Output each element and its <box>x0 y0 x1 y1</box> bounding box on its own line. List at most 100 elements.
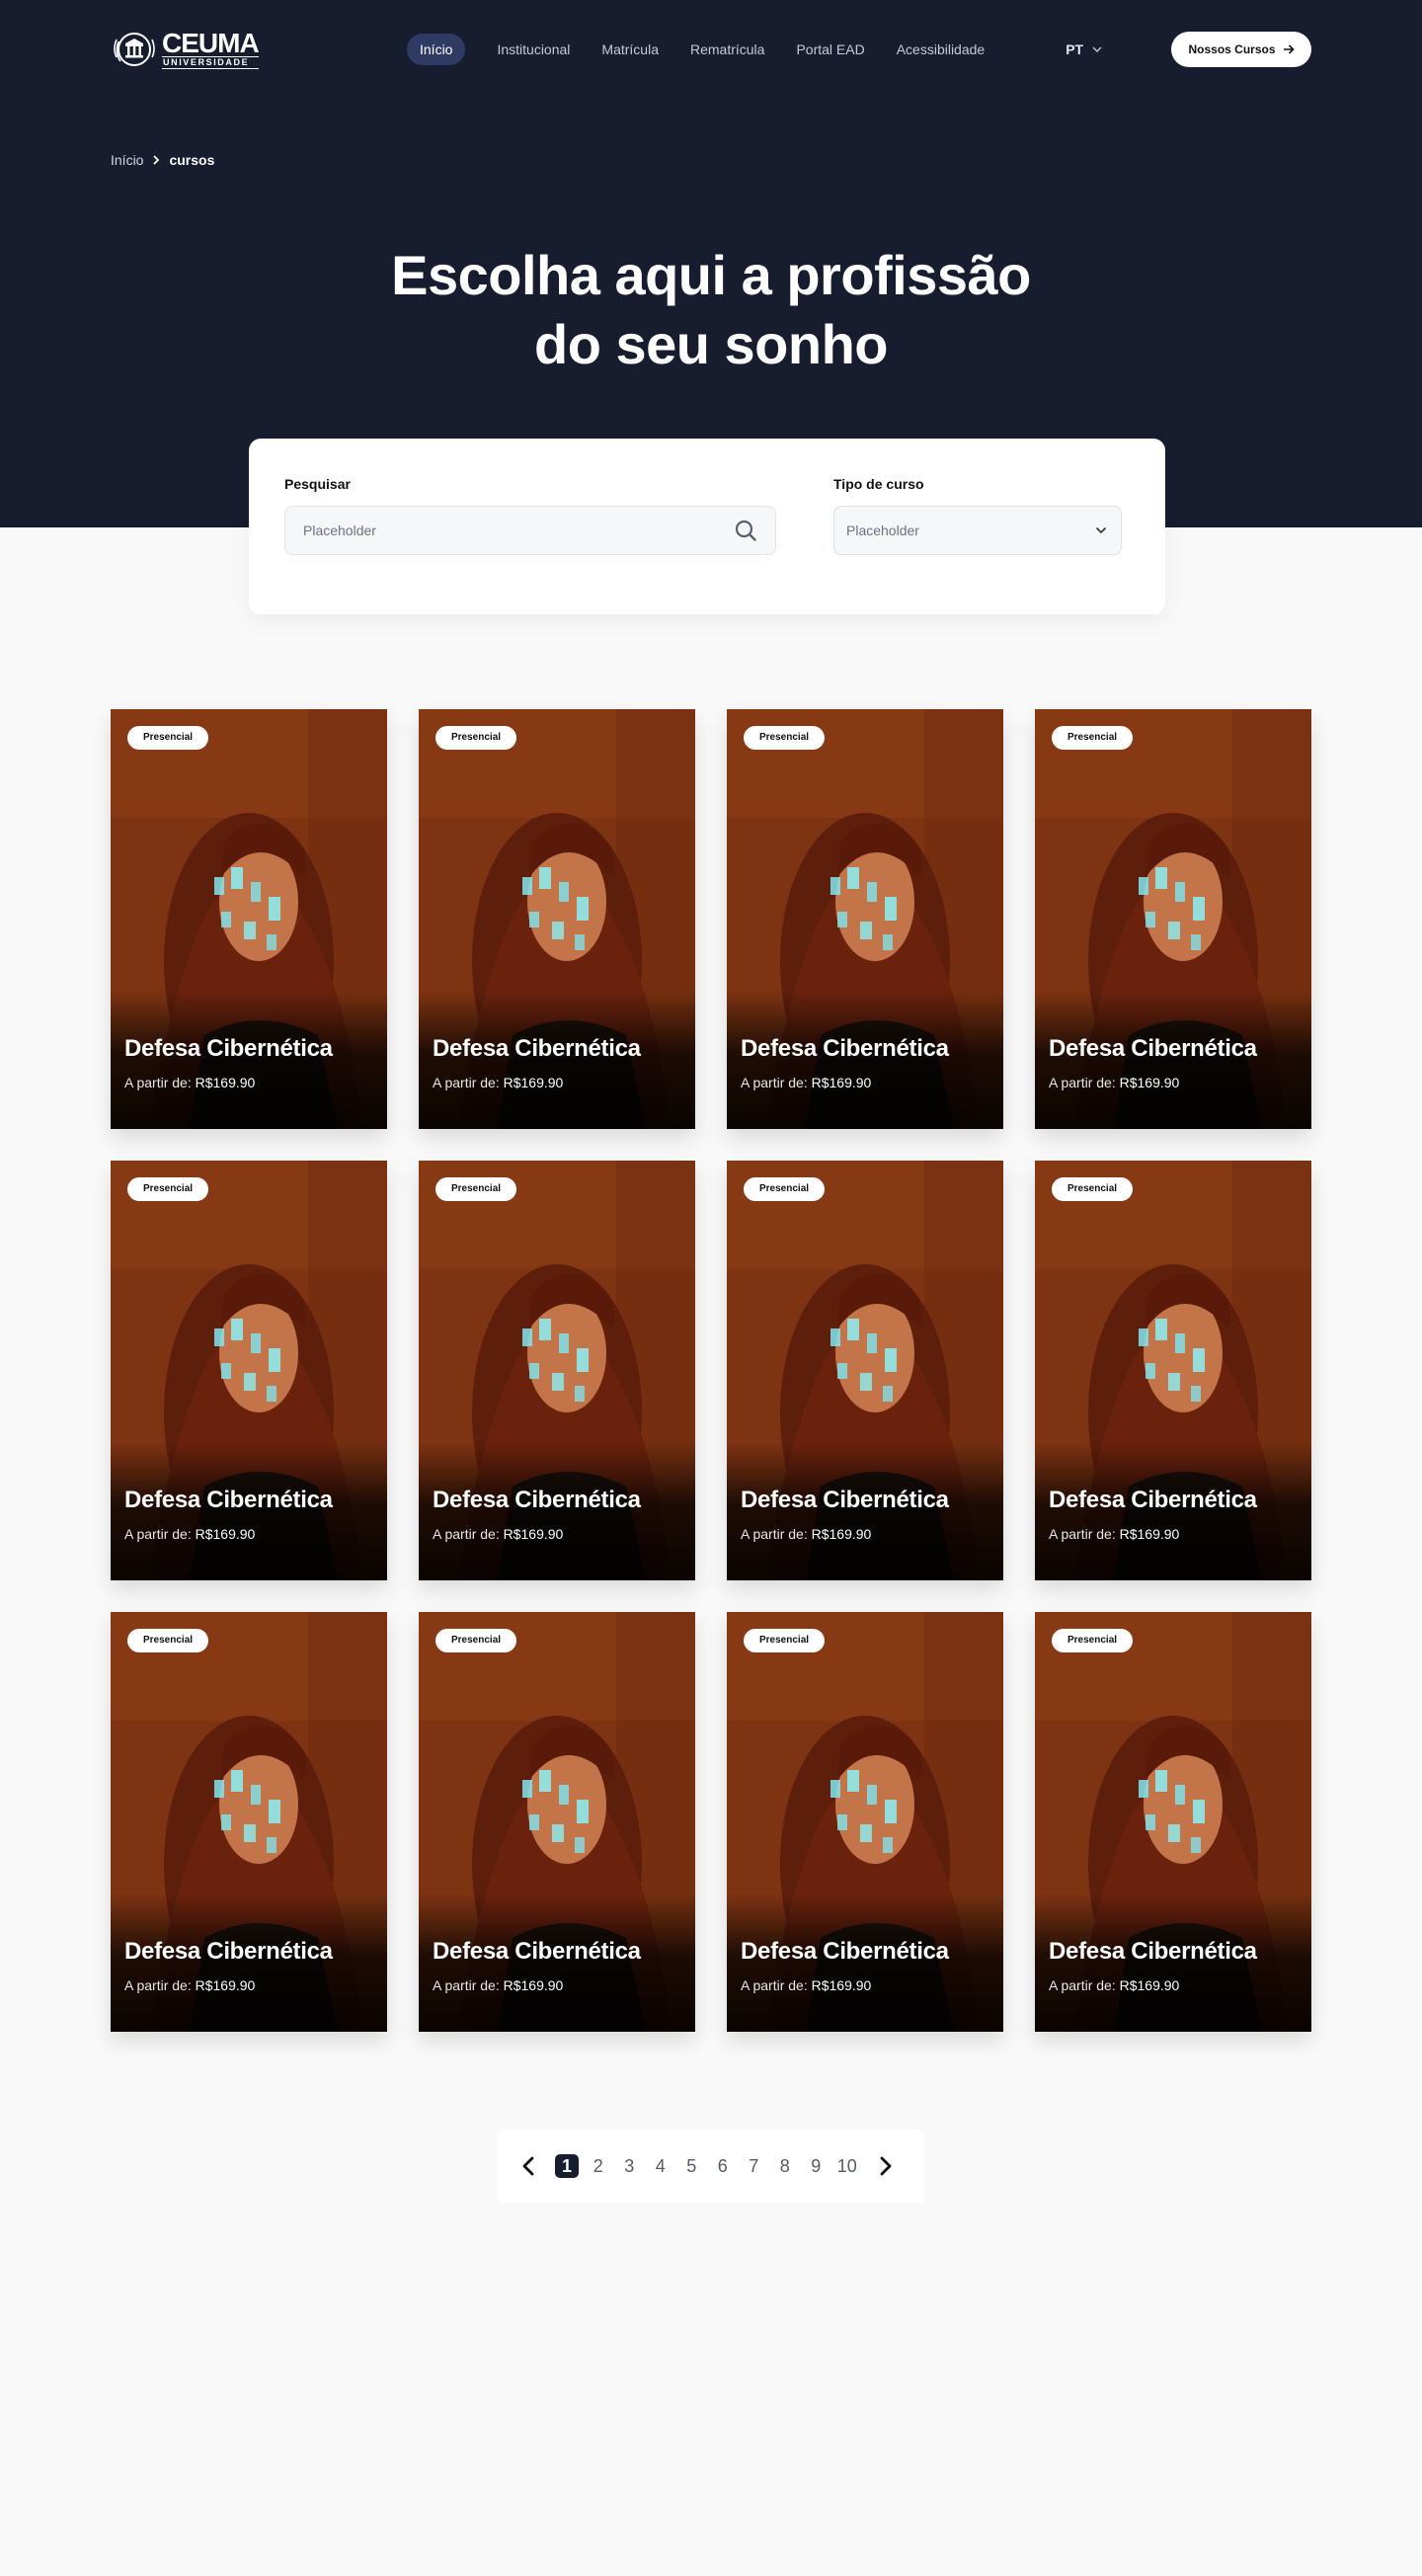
card-title: Defesa Cibernética <box>741 1035 949 1062</box>
card-price: A partir de: R$169.90 <box>1049 1526 1179 1542</box>
page-title: Escolha aqui a profissão do seu sonho <box>296 241 1126 379</box>
search-icon[interactable] <box>734 519 757 542</box>
logo-wordmark: CEUMA <box>162 27 260 58</box>
page-5[interactable]: 5 <box>676 2153 708 2179</box>
card-price: A partir de: R$169.90 <box>741 1075 871 1090</box>
course-card[interactable]: Presencial Defesa Cibernética A partir d… <box>419 1612 695 2032</box>
nav-item-matricula[interactable]: Matrícula <box>601 34 659 65</box>
card-badge: Presencial <box>435 1629 517 1652</box>
card-title: Defesa Cibernética <box>433 1487 641 1513</box>
chevron-left-icon <box>522 2156 534 2176</box>
card-price: A partir de: R$169.90 <box>741 1977 871 1993</box>
card-price-value: R$169.90 <box>1119 1977 1180 1993</box>
nav-item-inicio[interactable]: Início <box>407 34 466 65</box>
card-badge: Presencial <box>127 726 209 750</box>
chevron-down-icon <box>1095 526 1107 534</box>
card-title: Defesa Cibernética <box>1049 1938 1257 1965</box>
card-price-prefix: A partir de: <box>1049 1977 1116 1993</box>
card-badge: Presencial <box>127 1177 209 1201</box>
search-panel: Pesquisar Tipo de curso Placeholder <box>249 439 1165 614</box>
course-card[interactable]: Presencial Defesa Cibernética A partir d… <box>111 709 387 1129</box>
card-badge: Presencial <box>1052 1629 1134 1652</box>
course-grid: Presencial Defesa Cibernética A partir d… <box>111 709 1311 2032</box>
search-input[interactable] <box>303 523 734 538</box>
pagination: 1 2 3 4 5 6 7 8 9 10 <box>498 2130 924 2203</box>
course-type-select[interactable]: Placeholder <box>833 506 1122 555</box>
page-4[interactable]: 4 <box>645 2153 676 2179</box>
language-label: PT <box>1066 41 1084 57</box>
card-title: Defesa Cibernética <box>741 1938 949 1965</box>
card-title: Defesa Cibernética <box>433 1938 641 1965</box>
page-3[interactable]: 3 <box>614 2153 646 2179</box>
course-card[interactable]: Presencial Defesa Cibernética A partir d… <box>111 1612 387 2032</box>
search-field[interactable] <box>284 506 776 555</box>
card-price-value: R$169.90 <box>1119 1075 1180 1090</box>
card-price: A partir de: R$169.90 <box>433 1526 563 1542</box>
course-card[interactable]: Presencial Defesa Cibernética A partir d… <box>1035 709 1311 1129</box>
course-card[interactable]: Presencial Defesa Cibernética A partir d… <box>111 1161 387 1580</box>
course-card[interactable]: Presencial Defesa Cibernética A partir d… <box>1035 1612 1311 2032</box>
card-title: Defesa Cibernética <box>1049 1035 1257 1062</box>
card-price: A partir de: R$169.90 <box>741 1526 871 1542</box>
site-header: CEUMA UNIVERSIDADE Início Institucional … <box>111 28 1311 71</box>
card-badge: Presencial <box>435 1177 517 1201</box>
page-2[interactable]: 2 <box>583 2153 614 2179</box>
card-badge: Presencial <box>1052 1177 1134 1201</box>
card-title: Defesa Cibernética <box>433 1035 641 1062</box>
nav-item-institucional[interactable]: Institucional <box>497 34 570 65</box>
card-price-prefix: A partir de: <box>433 1075 500 1090</box>
logo[interactable]: CEUMA UNIVERSIDADE <box>111 28 278 71</box>
pagination-prev[interactable] <box>515 2153 541 2179</box>
card-price-prefix: A partir de: <box>124 1526 192 1542</box>
chevron-right-icon <box>153 155 160 165</box>
page-title-line-1: Escolha aqui a profissão <box>391 244 1031 306</box>
nossos-cursos-button[interactable]: Nossos Cursos <box>1171 32 1311 67</box>
card-price-prefix: A partir de: <box>1049 1075 1116 1090</box>
page-6[interactable]: 6 <box>707 2153 739 2179</box>
card-price: A partir de: R$169.90 <box>1049 1977 1179 1993</box>
breadcrumb: Início cursos <box>111 152 214 168</box>
card-title: Defesa Cibernética <box>741 1487 949 1513</box>
card-price-prefix: A partir de: <box>124 1075 192 1090</box>
card-price-value: R$169.90 <box>195 1977 256 1993</box>
page-1[interactable]: 1 <box>555 2154 579 2178</box>
logo-subtitle: UNIVERSIDADE <box>162 55 259 69</box>
pagination-next[interactable] <box>873 2153 899 2179</box>
arrow-right-icon <box>1283 44 1295 54</box>
page-9[interactable]: 9 <box>801 2153 832 2179</box>
course-card[interactable]: Presencial Defesa Cibernética A partir d… <box>727 1161 1003 1580</box>
page-10[interactable]: 10 <box>831 2153 863 2179</box>
card-price-prefix: A partir de: <box>433 1526 500 1542</box>
card-price: A partir de: R$169.90 <box>124 1075 255 1090</box>
chevron-down-icon <box>1092 46 1102 52</box>
page-7[interactable]: 7 <box>739 2153 770 2179</box>
course-card[interactable]: Presencial Defesa Cibernética A partir d… <box>727 709 1003 1129</box>
card-price-prefix: A partir de: <box>433 1977 500 1993</box>
breadcrumb-home[interactable]: Início <box>111 152 143 168</box>
course-card[interactable]: Presencial Defesa Cibernética A partir d… <box>419 1161 695 1580</box>
course-card[interactable]: Presencial Defesa Cibernética A partir d… <box>1035 1161 1311 1580</box>
course-card[interactable]: Presencial Defesa Cibernética A partir d… <box>419 709 695 1129</box>
nossos-cursos-label: Nossos Cursos <box>1188 42 1276 56</box>
main-nav: Início Institucional Matrícula Rematrícu… <box>407 34 1016 65</box>
course-card[interactable]: Presencial Defesa Cibernética A partir d… <box>727 1612 1003 2032</box>
card-price: A partir de: R$169.90 <box>124 1977 255 1993</box>
language-selector[interactable]: PT <box>1066 41 1102 57</box>
card-title: Defesa Cibernética <box>1049 1487 1257 1513</box>
card-price-value: R$169.90 <box>1119 1526 1180 1542</box>
course-type-value: Placeholder <box>846 523 919 538</box>
card-price-value: R$169.90 <box>503 1977 564 1993</box>
card-price: A partir de: R$169.90 <box>124 1526 255 1542</box>
card-price-value: R$169.90 <box>195 1526 256 1542</box>
nav-item-portal-ead[interactable]: Portal EAD <box>796 34 864 65</box>
nav-item-rematricula[interactable]: Rematrícula <box>690 34 764 65</box>
card-price-value: R$169.90 <box>503 1075 564 1090</box>
card-badge: Presencial <box>744 726 826 750</box>
page-8[interactable]: 8 <box>769 2153 801 2179</box>
nav-item-acessibilidade[interactable]: Acessibilidade <box>897 34 986 65</box>
course-type-label: Tipo de curso <box>833 476 924 492</box>
card-price-value: R$169.90 <box>811 1526 872 1542</box>
card-badge: Presencial <box>1052 726 1134 750</box>
chevron-right-icon <box>880 2156 891 2176</box>
card-badge: Presencial <box>744 1177 826 1201</box>
